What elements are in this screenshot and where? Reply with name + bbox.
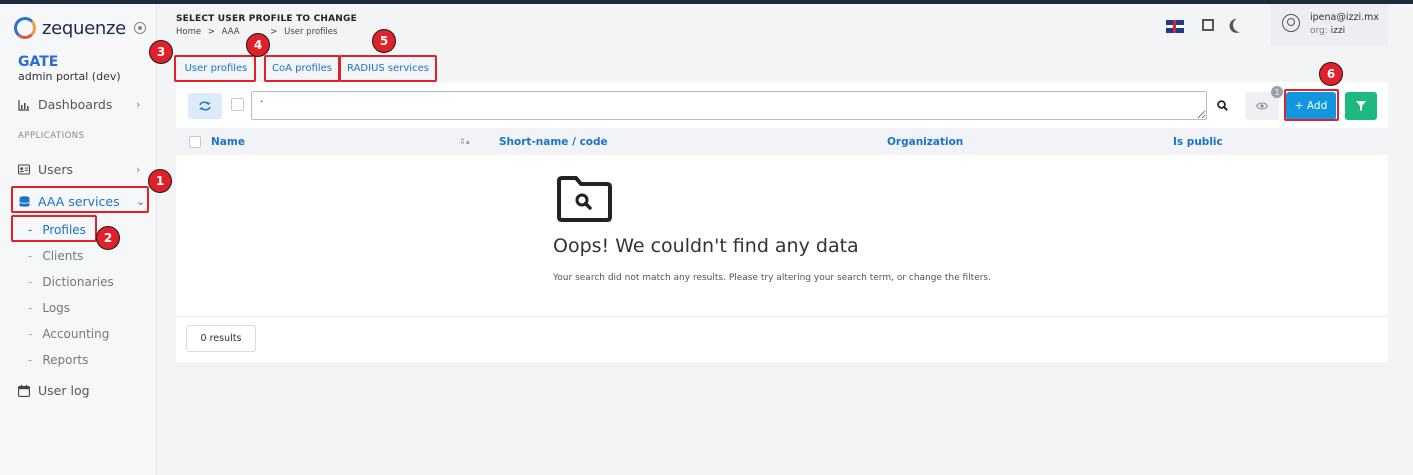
annotation-badge-2: 2	[96, 226, 120, 250]
sidebar-subitem-clients[interactable]: - Clients	[28, 249, 83, 263]
sidebar-subitem-logs[interactable]: - Logs	[28, 301, 70, 315]
breadcrumb-separator: >	[207, 27, 215, 37]
annotation-badge-5: 5	[372, 29, 396, 53]
annotation-badge-1: 1	[148, 169, 172, 193]
sort-icon[interactable]: ⇕▴	[459, 137, 470, 146]
sidebar-item-users[interactable]: Users ›	[18, 162, 140, 177]
column-short-name[interactable]: Short-name / code	[499, 136, 608, 148]
logo[interactable]: zequenze	[14, 14, 146, 42]
portal-title: GATE	[18, 54, 59, 70]
user-email: ipena@izzi.mx	[1310, 12, 1380, 23]
chevron-right-icon: ›	[136, 163, 141, 176]
search-icon	[1216, 99, 1228, 111]
refresh-button[interactable]	[188, 93, 222, 119]
breadcrumb-separator: >	[270, 27, 278, 37]
annotation-badge-6: 6	[1319, 62, 1343, 86]
calendar-icon	[18, 384, 30, 397]
column-count-badge: 1	[1271, 86, 1283, 98]
id-card-icon	[18, 164, 30, 176]
logo-text: zequenze	[42, 17, 126, 39]
breadcrumb-aaa[interactable]: AAA	[222, 27, 240, 37]
highlight-user-profiles-tab	[174, 55, 256, 82]
sidebar-subitem-dictionaries[interactable]: - Dictionaries	[28, 275, 114, 289]
chart-icon	[18, 99, 30, 111]
column-is-public[interactable]: Is public	[1173, 136, 1223, 148]
chevron-right-icon: ›	[136, 98, 141, 111]
empty-state-message: Your search did not match any results. P…	[553, 273, 991, 283]
refresh-icon	[199, 101, 211, 111]
column-organization[interactable]: Organization	[887, 136, 963, 148]
user-menu[interactable]: ipena@izzi.mx org: izzi	[1270, 4, 1388, 46]
highlight-coa-profiles-tab	[264, 55, 340, 82]
filter-icon	[1356, 101, 1366, 111]
sidebar-subitem-accounting[interactable]: - Accounting	[28, 327, 109, 341]
sidebar-subitem-reports[interactable]: - Reports	[28, 353, 88, 367]
fullscreen-icon[interactable]	[1202, 19, 1214, 31]
section-label: APPLICATIONS	[18, 131, 85, 141]
portal-subtitle: admin portal (dev)	[18, 70, 121, 83]
annotation-badge-3: 3	[149, 40, 173, 64]
sidebar-item-label: User log	[38, 383, 90, 398]
empty-folder-icon	[556, 175, 614, 227]
results-count: 0 results	[186, 325, 256, 352]
column-name[interactable]: Name	[211, 136, 245, 148]
highlight-aaa-services	[11, 186, 149, 213]
sidebar-item-dashboards[interactable]: Dashboards ›	[18, 97, 140, 112]
header-checkbox[interactable]	[189, 136, 201, 148]
page-title: SELECT USER PROFILE TO CHANGE	[176, 14, 357, 24]
select-all-checkbox[interactable]	[231, 98, 244, 111]
highlight-add-button	[1284, 89, 1339, 121]
search-input[interactable]	[251, 91, 1207, 120]
empty-state-title: Oops! We couldn't find any data	[553, 235, 859, 257]
moon-icon[interactable]	[1231, 16, 1249, 34]
search-button[interactable]	[1212, 95, 1232, 115]
results-footer	[176, 316, 1388, 362]
breadcrumb-current: User profiles	[284, 27, 338, 37]
top-border	[0, 0, 1413, 4]
filter-button[interactable]	[1345, 92, 1377, 120]
highlight-radius-services-tab	[339, 55, 437, 82]
eye-icon	[1256, 102, 1268, 110]
annotation-badge-4: 4	[246, 33, 270, 57]
sidebar-item-label: Users	[38, 162, 74, 177]
user-org: org: izzi	[1310, 26, 1346, 36]
sidebar-item-label: Dashboards	[38, 97, 113, 112]
sidebar-item-user-log[interactable]: User log	[18, 383, 90, 398]
sidebar-toggle-icon[interactable]	[133, 22, 146, 34]
highlight-profiles	[11, 215, 97, 242]
breadcrumb-home[interactable]: Home	[176, 27, 201, 37]
zequenze-logo-icon	[14, 17, 36, 39]
user-avatar-icon	[1282, 14, 1300, 32]
uk-flag-icon[interactable]	[1166, 20, 1184, 33]
